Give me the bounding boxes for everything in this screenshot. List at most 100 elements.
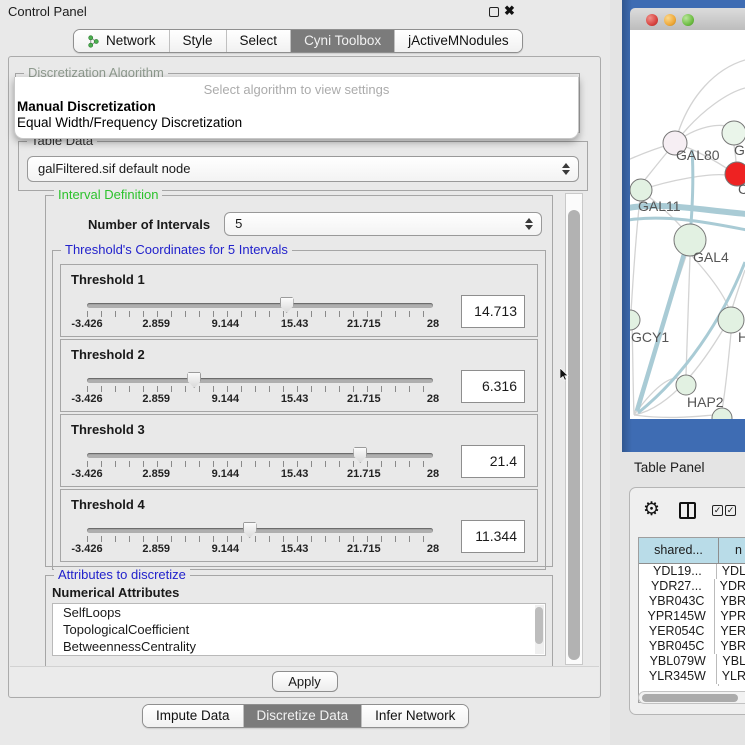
tab-style[interactable]: Style: [170, 30, 227, 52]
panel-scrollbar[interactable]: [565, 193, 583, 665]
slider-tick-labels: -3.426 2.859 9.144 15.43 21.715 28: [87, 393, 433, 406]
tab-cyni-toolbox[interactable]: Cyni Toolbox: [291, 30, 395, 52]
table-row[interactable]: YER054CYER0: [639, 624, 745, 639]
tick-label: 21.715: [347, 318, 381, 330]
thresholds-group-title: Threshold's Coordinates for 5 Intervals: [61, 242, 292, 257]
table-header-row: shared... n: [639, 538, 745, 564]
table-row[interactable]: YBR045CYBR0: [639, 639, 745, 654]
number-of-intervals-combo[interactable]: 5: [224, 212, 542, 236]
threshold-1-slider[interactable]: [87, 303, 433, 308]
tick-label: -3.426: [71, 468, 102, 480]
columns-icon[interactable]: [679, 502, 696, 519]
cell[interactable]: YDR27...: [639, 579, 715, 594]
thresholds-group: Threshold's Coordinates for 5 Intervals …: [52, 250, 546, 570]
threshold-2-panel: Threshold 2 -3.426 2.859 9.144 15.43 21.…: [60, 339, 538, 412]
float-panel-icon[interactable]: [489, 7, 499, 17]
table-row[interactable]: YIL052CYIL0: [639, 684, 745, 686]
tick-label: 2.859: [142, 318, 170, 330]
close-window-icon[interactable]: [646, 14, 658, 26]
slider-ticks: [87, 386, 433, 392]
cell[interactable]: YDL1: [717, 564, 745, 579]
tab-select[interactable]: Select: [227, 30, 292, 52]
cell[interactable]: YER054C: [639, 624, 715, 639]
threshold-2-slider[interactable]: [87, 378, 433, 383]
cell[interactable]: YLR3: [717, 669, 745, 684]
list-scrollbar-thumb[interactable]: [535, 607, 543, 644]
cell[interactable]: YLR345W: [639, 669, 717, 684]
panel-scrollbar-thumb[interactable]: [568, 210, 580, 660]
tab-infer-network[interactable]: Infer Network: [362, 705, 468, 727]
cell[interactable]: YBR0: [715, 594, 745, 609]
list-item[interactable]: TopologicalCoefficient: [53, 621, 545, 638]
attributes-group-title: Attributes to discretize: [54, 567, 190, 582]
tab-network[interactable]: Network: [74, 30, 170, 52]
node-label: C: [738, 181, 745, 197]
tab-discretize-data[interactable]: Discretize Data: [244, 705, 363, 727]
cell[interactable]: YBL079W: [639, 654, 717, 669]
slider-ticks: [87, 536, 433, 542]
column-header-name[interactable]: n: [719, 538, 745, 563]
table-row[interactable]: YDR27...YDR2: [639, 579, 745, 594]
tick-label: 21.715: [347, 468, 381, 480]
cell[interactable]: YIL052C: [639, 684, 719, 686]
tab-infer-network-label: Infer Network: [375, 705, 455, 727]
table-data-combo[interactable]: galFiltered.sif default node: [27, 156, 579, 182]
cell[interactable]: YBR043C: [639, 594, 715, 609]
slider-ticks: [87, 311, 433, 317]
table-row[interactable]: YPR145WYPR1: [639, 609, 745, 624]
number-of-intervals-label: Number of Intervals: [88, 217, 210, 232]
tab-impute-data[interactable]: Impute Data: [143, 705, 244, 727]
threshold-3-slider[interactable]: [87, 453, 433, 458]
gear-icon[interactable]: ⚙: [643, 498, 660, 521]
tick-label: 9.144: [212, 543, 240, 555]
tick-label: 28: [427, 468, 439, 480]
tab-jactivemnodules[interactable]: jActiveMNodules: [395, 30, 522, 52]
list-item[interactable]: BetweennessCentrality: [53, 638, 545, 655]
threshold-2-value-field[interactable]: 6.316: [461, 370, 525, 403]
cell[interactable]: YBR0: [715, 639, 745, 654]
zoom-window-icon[interactable]: [682, 14, 694, 26]
threshold-1-value-field[interactable]: 14.713: [461, 295, 525, 328]
table-row[interactable]: YBL079WYBL0: [639, 654, 745, 669]
cell[interactable]: YPR145W: [639, 609, 715, 624]
table-row[interactable]: YBR043CYBR0: [639, 594, 745, 609]
threshold-4-value-field[interactable]: 11.344: [461, 520, 525, 553]
tick-label: 2.859: [142, 393, 170, 405]
node-label: HAP2: [687, 394, 724, 410]
cell[interactable]: YDL19...: [639, 564, 717, 579]
checkbox-icon[interactable]: ✓: [725, 505, 736, 516]
numerical-attributes-list[interactable]: SelfLoops TopologicalCoefficient Between…: [52, 603, 546, 656]
close-panel-icon[interactable]: ✖: [504, 3, 515, 19]
table-row[interactable]: YDL19...YDL1: [639, 564, 745, 579]
tick-label: -3.426: [71, 393, 102, 405]
tick-label: -3.426: [71, 318, 102, 330]
cell[interactable]: YIL0: [719, 684, 745, 686]
threshold-4-slider[interactable]: [87, 528, 433, 533]
algorithm-option-manual[interactable]: Manual Discretization: [15, 99, 578, 115]
cell[interactable]: YBR045C: [639, 639, 715, 654]
cell[interactable]: YER0: [715, 624, 745, 639]
algorithm-option-equal-width[interactable]: Equal Width/Frequency Discretization: [15, 115, 578, 131]
network-window-titlebar: [630, 8, 745, 30]
table-horizontal-scrollbar[interactable]: [638, 691, 745, 704]
threshold-4-panel: Threshold 4 -3.426 2.859 9.144 15.43 21.…: [60, 489, 538, 562]
tab-select-label: Select: [240, 30, 278, 52]
cell[interactable]: YPR1: [715, 609, 745, 624]
list-scrollbar[interactable]: [535, 605, 544, 654]
threshold-3-value-field[interactable]: 21.4: [461, 445, 525, 478]
list-item[interactable]: SelfLoops: [53, 604, 545, 621]
slider-tick-labels: -3.426 2.859 9.144 15.43 21.715 28: [87, 468, 433, 481]
interval-definition-title: Interval Definition: [54, 187, 162, 202]
minimize-window-icon[interactable]: [664, 14, 676, 26]
table-panel-titlebar: Table Panel: [622, 452, 745, 484]
apply-button[interactable]: Apply: [272, 671, 338, 692]
checkbox-icon[interactable]: ✓: [712, 505, 723, 516]
table-horizontal-scrollbar-thumb[interactable]: [642, 694, 738, 702]
network-canvas[interactable]: GAL80 GA C GAL11 GAL4 GCY1 H HAP2: [630, 30, 745, 419]
table-row[interactable]: YLR345WYLR3: [639, 669, 745, 684]
slider-tick-labels: -3.426 2.859 9.144 15.43 21.715 28: [87, 543, 433, 556]
cell[interactable]: YBL0: [717, 654, 745, 669]
tab-impute-data-label: Impute Data: [156, 705, 230, 727]
column-header-shared-name[interactable]: shared...: [639, 538, 719, 563]
cell[interactable]: YDR2: [715, 579, 745, 594]
